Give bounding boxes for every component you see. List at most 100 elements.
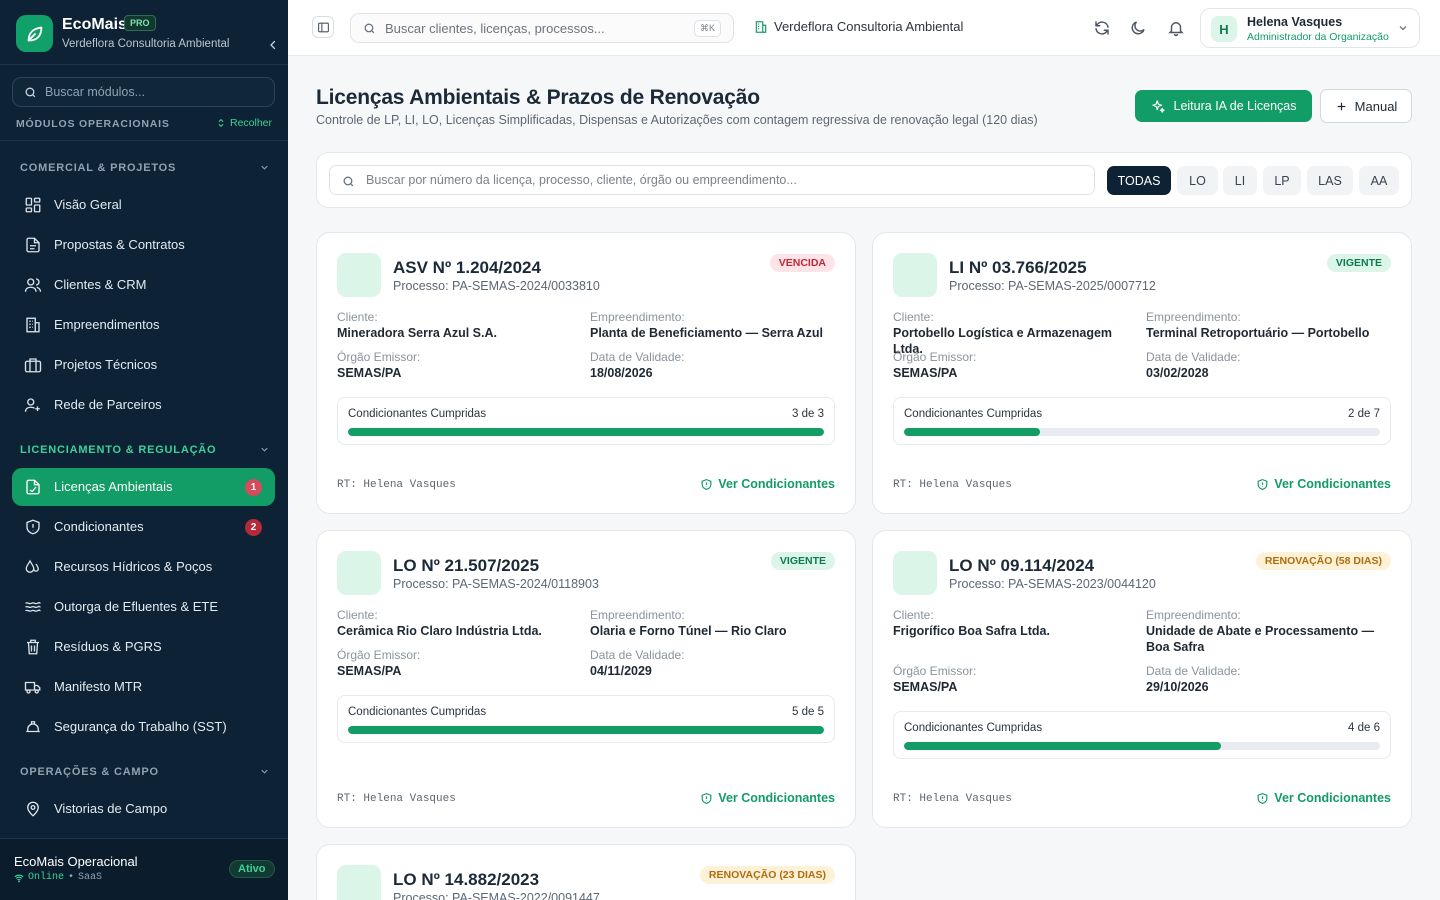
sidebar-item-licencas[interactable]: Licenças Ambientais 1 (12, 468, 275, 506)
sidebar-item-sst[interactable]: Segurança do Trabalho (SST) (12, 708, 275, 746)
truck-icon (24, 681, 41, 694)
global-search[interactable]: ⌘K (350, 13, 734, 43)
chevron-down-icon (261, 165, 268, 170)
brand-name: EcoMais (62, 16, 127, 33)
briefcase-icon (24, 358, 42, 373)
grid-icon (25, 197, 41, 213)
bell-icon[interactable] (1167, 19, 1185, 37)
tab-aa[interactable]: AA (1359, 166, 1399, 195)
refresh-icon[interactable] (1093, 19, 1111, 37)
current-org[interactable]: Verdeflora Consultoria Ambiental (754, 19, 963, 34)
license-card[interactable]: LI Nº 03.766/2025 Processo: PA-SEMAS-202… (872, 232, 1412, 514)
rt-prefix: RT: (893, 793, 913, 805)
technical-responsible: RT: Helena Vasques (337, 793, 456, 805)
enterprise-label: Empreendimento: (1146, 608, 1241, 622)
count-badge: 1 (245, 479, 262, 496)
section-licenciamento[interactable]: LICENCIAMENTO & REGULAÇÃO (20, 441, 270, 459)
collapse-sidebar-button[interactable] (264, 36, 282, 54)
section-comercial[interactable]: COMERCIAL & PROJETOS (20, 159, 270, 177)
conditions-label: Condicionantes Cumpridas (904, 408, 1043, 420)
mode-label: SaaS (78, 872, 103, 883)
conditions-count: 5 de 5 (792, 706, 824, 718)
shield-icon (701, 478, 712, 490)
progress-fill (348, 726, 824, 734)
rt-prefix: RT: (893, 479, 913, 491)
chevrons-vertical-icon (218, 118, 224, 128)
panel-left-icon (317, 22, 329, 32)
ai-reading-button[interactable]: Leitura IA de Licenças (1135, 90, 1312, 122)
shield-icon (701, 792, 712, 804)
sidebar-item-recursos-hidricos[interactable]: Recursos Hídricos & Poços (12, 548, 275, 586)
sidebar-item-parceiros[interactable]: Rede de Parceiros (12, 386, 275, 424)
sidebar-item-label: Propostas & Contratos (54, 237, 185, 252)
view-conditions-link[interactable]: Ver Condicionantes (700, 791, 835, 805)
global-search-input[interactable] (385, 19, 685, 37)
rt-prefix: RT: (337, 793, 357, 805)
sidebar-item-vistorias[interactable]: Vistorias de Campo (12, 790, 275, 828)
sidebar-item-label: Licenças Ambientais (54, 479, 173, 494)
sidebar-item-mtr[interactable]: Manifesto MTR (12, 668, 275, 706)
avatar: H (1211, 16, 1237, 42)
agency-label: Órgão Emissor: (337, 648, 421, 662)
shield-icon (1257, 478, 1268, 490)
progress-track (348, 726, 824, 734)
license-card[interactable]: LO Nº 14.882/2023 Processo: PA-SEMAS-202… (316, 844, 856, 900)
validity-value: 29/10/2026 (1146, 680, 1209, 694)
chevron-down-icon (261, 447, 268, 452)
agency-value: SEMAS/PA (893, 366, 958, 380)
tab-li[interactable]: LI (1223, 166, 1257, 195)
license-card[interactable]: LO Nº 09.114/2024 Processo: PA-SEMAS-202… (872, 530, 1412, 828)
rt-name: Helena Vasques (363, 793, 456, 805)
user-menu[interactable]: H Helena Vasques Administrador da Organi… (1200, 8, 1420, 48)
agency-label: Órgão Emissor: (337, 350, 421, 364)
moon-icon[interactable] (1129, 19, 1147, 37)
view-conditions-link[interactable]: Ver Condicionantes (1256, 791, 1391, 805)
progress-fill (904, 742, 1222, 750)
sidebar-item-clientes[interactable]: Clientes & CRM (12, 266, 275, 304)
license-search-input[interactable] (366, 171, 1086, 189)
conditions-count: 3 de 3 (792, 408, 824, 420)
sidebar-footer: EcoMais Operacional Online • SaaS Ativo (0, 838, 288, 900)
sidebar-item-label: Projetos Técnicos (54, 357, 158, 372)
collapse-all-button[interactable]: Recolher (216, 117, 272, 129)
enterprise-value: Planta de Beneficiamento — Serra Azul (590, 326, 823, 340)
sidebar-item-outorga[interactable]: Outorga de Efluentes & ETE (12, 588, 275, 626)
sidebar-item-condicionantes[interactable]: Condicionantes 2 (12, 508, 275, 546)
section-operacoes[interactable]: OPERAÇÕES & CAMPO (20, 763, 270, 781)
sidebar-item-visao-geral[interactable]: Visão Geral (12, 186, 275, 224)
tab-lo[interactable]: LO (1177, 166, 1218, 195)
view-conditions-link[interactable]: Ver Condicionantes (700, 477, 835, 491)
enterprise-value: Unidade de Abate e Processamento — Boa S… (1146, 624, 1375, 654)
users-icon (24, 278, 42, 292)
tab-lp[interactable]: LP (1263, 166, 1301, 195)
sidebar-item-empreendimentos[interactable]: Empreendimentos (12, 306, 275, 344)
license-card[interactable]: ASV Nº 1.204/2024 Processo: PA-SEMAS-202… (316, 232, 856, 514)
license-search[interactable] (329, 165, 1095, 195)
license-process: Processo: PA-SEMAS-2022/0091447 (393, 891, 600, 900)
manual-button[interactable]: Manual (1320, 89, 1412, 123)
search-icon (25, 87, 36, 98)
sidebar-item-propostas[interactable]: Propostas & Contratos (12, 226, 275, 264)
license-card[interactable]: LO Nº 21.507/2025 Processo: PA-SEMAS-202… (316, 530, 856, 828)
toggle-sidebar-button[interactable] (312, 16, 334, 38)
module-search[interactable] (12, 77, 275, 107)
sparkles-icon (1151, 99, 1165, 113)
enterprise-label: Empreendimento: (1146, 310, 1241, 324)
view-conditions-label: Ver Condicionantes (1274, 477, 1391, 491)
license-title: ASV Nº 1.204/2024 (393, 258, 541, 277)
count-badge: 2 (245, 519, 262, 536)
trash-icon (27, 639, 39, 655)
footer-title: EcoMais Operacional (14, 854, 138, 869)
sidebar-item-residuos[interactable]: Resíduos & PGRS (12, 628, 275, 666)
sidebar-item-projetos[interactable]: Projetos Técnicos (12, 346, 275, 384)
client-value: Cerâmica Rio Claro Indústria Ltda. (337, 624, 542, 638)
page-subtitle: Controle de LP, LI, LO, Licenças Simplif… (316, 113, 1038, 127)
collapse-all-label: Recolher (230, 117, 273, 129)
view-conditions-link[interactable]: Ver Condicionantes (1256, 477, 1391, 491)
module-search-input[interactable] (45, 83, 265, 101)
tab-las[interactable]: LAS (1307, 166, 1353, 195)
tab-todas[interactable]: TODAS (1107, 166, 1171, 195)
building-icon (755, 20, 767, 33)
user-name: Helena Vasques (1247, 15, 1343, 29)
client-value: Frigorífico Boa Safra Ltda. (893, 624, 1050, 638)
